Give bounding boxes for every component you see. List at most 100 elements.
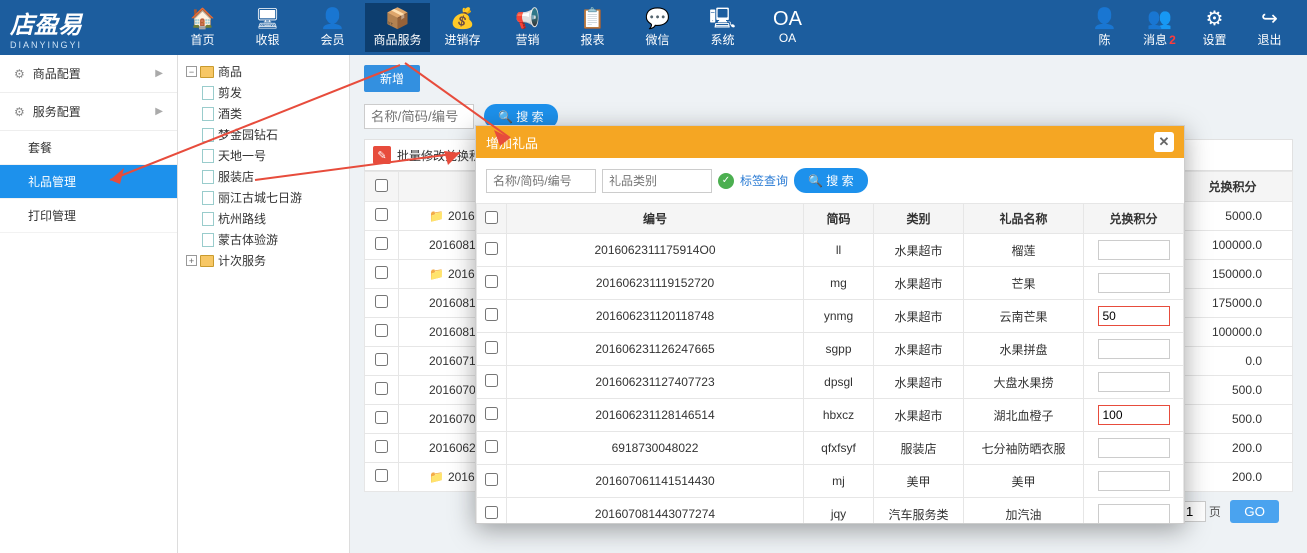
row-checkbox[interactable] xyxy=(375,208,388,221)
sidebar-sub-gift[interactable]: 礼品管理 xyxy=(0,165,177,199)
nav-item-首页[interactable]: 🏠首页 xyxy=(170,3,235,52)
tree-item[interactable]: 服装店 xyxy=(184,166,343,187)
table-row[interactable]: 201606231126247665sgpp水果超市水果拼盘 xyxy=(477,333,1184,366)
topnav: 店盈易 DIANYINGYI 🏠首页🖥收银👤会员📦商品服务💰进销存📢营销📋报表💬… xyxy=(0,0,1307,55)
tree-item[interactable]: 剪发 xyxy=(184,82,343,103)
row-checkbox[interactable] xyxy=(375,266,388,279)
table-row[interactable]: 201607081443077274jqy汽车服务类加汽油 xyxy=(477,498,1184,524)
nav-item-会员[interactable]: 👤会员 xyxy=(300,3,365,52)
nav-right-消息[interactable]: 👥消息2 xyxy=(1132,3,1187,52)
row-checkbox[interactable] xyxy=(485,407,498,420)
nav-icon: 🏠 xyxy=(170,7,235,31)
cell-cat: 服装店 xyxy=(874,432,964,465)
tree-item[interactable]: 酒类 xyxy=(184,103,343,124)
points-input[interactable] xyxy=(1098,438,1170,458)
plus-icon[interactable]: + xyxy=(186,255,197,266)
new-button[interactable]: 新增 xyxy=(364,65,420,92)
nav-right-设置[interactable]: ⚙设置 xyxy=(1187,3,1242,52)
table-row[interactable]: 6918730048022qfxfsyf服装店七分袖防晒衣服 xyxy=(477,432,1184,465)
cell-code: 201606231119152720 xyxy=(507,267,804,300)
points-input[interactable] xyxy=(1098,306,1170,326)
nav-item-报表[interactable]: 📋报表 xyxy=(560,3,625,52)
row-checkbox[interactable] xyxy=(375,440,388,453)
nav-item-系统[interactable]: 🖳系统 xyxy=(690,3,755,52)
page-icon xyxy=(202,170,214,184)
cell-cat: 水果超市 xyxy=(874,234,964,267)
tree-item[interactable]: 天地一号 xyxy=(184,145,343,166)
row-checkbox[interactable] xyxy=(375,295,388,308)
page-icon xyxy=(202,212,214,226)
nav-item-OA[interactable]: OAOA xyxy=(755,3,820,52)
modal-search-button[interactable]: 🔍 搜 索 xyxy=(794,168,868,193)
row-checkbox[interactable] xyxy=(375,324,388,337)
sidebar-sub-combo[interactable]: 套餐 xyxy=(0,131,177,165)
tree-root-times[interactable]: + 计次服务 xyxy=(184,250,343,271)
points-input[interactable] xyxy=(1098,273,1170,293)
folder-icon xyxy=(200,255,214,267)
nav-right: 👤陈👥消息2⚙设置↪退出 xyxy=(1077,3,1297,52)
row-checkbox[interactable] xyxy=(485,473,498,486)
tree-item[interactable]: 蒙古体验游 xyxy=(184,229,343,250)
sidebar-sub-print[interactable]: 打印管理 xyxy=(0,199,177,233)
cell-points: 500.0 xyxy=(1173,405,1293,434)
bg-checkall[interactable] xyxy=(375,179,388,192)
table-row[interactable]: 201607061141514430mj美甲美甲 xyxy=(477,465,1184,498)
points-input[interactable] xyxy=(1098,339,1170,359)
row-checkbox[interactable] xyxy=(375,411,388,424)
go-button[interactable]: GO xyxy=(1230,500,1279,523)
tree-root-product[interactable]: − 商品 xyxy=(184,61,343,82)
cell-points: 200.0 xyxy=(1173,434,1293,463)
tree-item[interactable]: 梦金园钻石 xyxy=(184,124,343,145)
table-row[interactable]: 201606231119152720mg水果超市芒果 xyxy=(477,267,1184,300)
tree-item[interactable]: 杭州路线 xyxy=(184,208,343,229)
cell-name: 湖北血橙子 xyxy=(964,399,1084,432)
tag-icon: ✓ xyxy=(718,173,734,189)
points-input[interactable] xyxy=(1098,405,1170,425)
points-input[interactable] xyxy=(1098,504,1170,523)
close-icon[interactable]: ✕ xyxy=(1154,132,1174,152)
sidebar-group-product[interactable]: ⚙ 商品配置 ▶ xyxy=(0,55,177,93)
search-input[interactable] xyxy=(364,104,474,129)
table-row[interactable]: 201606231128146514hbxcz水果超市湖北血橙子 xyxy=(477,399,1184,432)
modal-search-row: ✓ 标签查询 🔍 搜 索 xyxy=(476,158,1184,203)
row-checkbox[interactable] xyxy=(485,242,498,255)
tree-item[interactable]: 丽江古城七日游 xyxy=(184,187,343,208)
row-checkbox[interactable] xyxy=(485,506,498,519)
nav-label: OA xyxy=(755,31,820,45)
col-points: 兑换积分 xyxy=(1173,172,1293,202)
modal-search-name[interactable] xyxy=(486,169,596,193)
row-checkbox[interactable] xyxy=(375,469,388,482)
nav-right-退出[interactable]: ↪退出 xyxy=(1242,3,1297,52)
row-checkbox[interactable] xyxy=(375,382,388,395)
page-icon xyxy=(202,233,214,247)
table-row[interactable]: 201606231120118748ynmg水果超市云南芒果 xyxy=(477,300,1184,333)
nav-item-商品服务[interactable]: 📦商品服务 xyxy=(365,3,430,52)
nav-right-陈[interactable]: 👤陈 xyxy=(1077,3,1132,52)
points-input[interactable] xyxy=(1098,372,1170,392)
nav-item-收银[interactable]: 🖥收银 xyxy=(235,3,300,52)
table-row[interactable]: 2016062311175914O0ll水果超市榴莲 xyxy=(477,234,1184,267)
row-checkbox[interactable] xyxy=(485,440,498,453)
cell-cat: 水果超市 xyxy=(874,300,964,333)
row-checkbox[interactable] xyxy=(375,353,388,366)
modal-search-cat[interactable] xyxy=(602,169,712,193)
nav-item-微信[interactable]: 💬微信 xyxy=(625,3,690,52)
table-row[interactable]: 201606231127407723dpsgl水果超市大盘水果捞 xyxy=(477,366,1184,399)
nav-icon: 👤 xyxy=(300,7,365,31)
modal-checkall[interactable] xyxy=(485,211,498,224)
sidebar-group-service[interactable]: ⚙ 服务配置 ▶ xyxy=(0,93,177,131)
nav-label: 会员 xyxy=(300,31,365,48)
tag-query-link[interactable]: 标签查询 xyxy=(740,172,788,189)
points-input[interactable] xyxy=(1098,471,1170,491)
row-checkbox[interactable] xyxy=(485,341,498,354)
minus-icon[interactable]: − xyxy=(186,66,197,77)
nav-item-营销[interactable]: 📢营销 xyxy=(495,3,560,52)
nav-item-进销存[interactable]: 💰进销存 xyxy=(430,3,495,52)
row-checkbox[interactable] xyxy=(485,308,498,321)
row-checkbox[interactable] xyxy=(485,275,498,288)
cell-name: 榴莲 xyxy=(964,234,1084,267)
row-checkbox[interactable] xyxy=(485,374,498,387)
points-input[interactable] xyxy=(1098,240,1170,260)
tree-item-label: 梦金园钻石 xyxy=(218,126,278,143)
row-checkbox[interactable] xyxy=(375,237,388,250)
